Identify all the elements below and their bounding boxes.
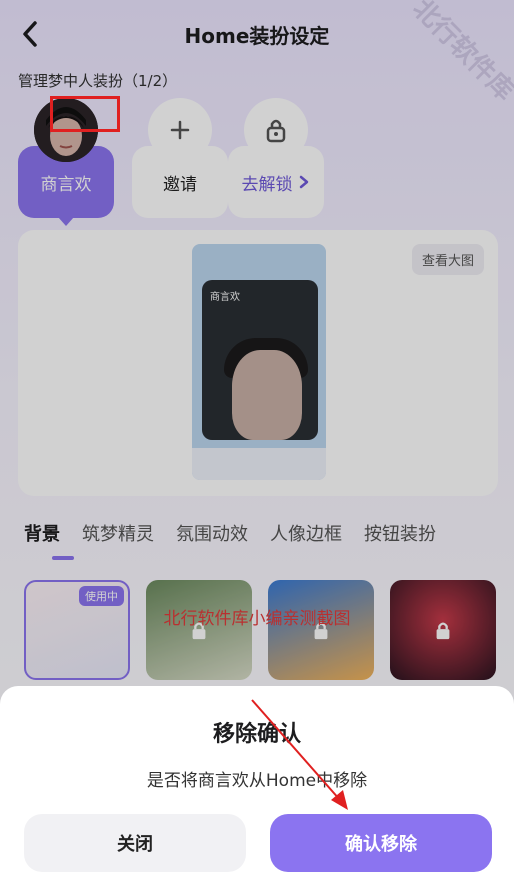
annotation-highlight-box xyxy=(50,96,120,132)
dialog-message: 是否将商言欢从Home中移除 xyxy=(146,771,368,791)
confirm-remove-button[interactable]: 确认移除 xyxy=(270,814,492,872)
close-button[interactable]: 关闭 xyxy=(24,814,246,872)
dialog-title: 移除确认 xyxy=(212,722,301,747)
remove-confirm-dialog: 移除确认 是否将商言欢从Home中移除 关闭 确认移除 xyxy=(0,686,514,881)
